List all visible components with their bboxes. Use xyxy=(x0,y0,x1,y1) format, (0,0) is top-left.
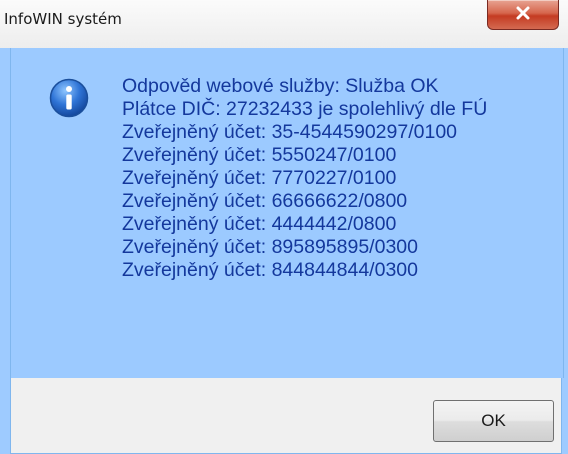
message-line-account: Zveřejněný účet: 4444442/0800 xyxy=(122,213,397,235)
message-line-status: Odpověd webové služby: Služba OK xyxy=(122,75,439,97)
message-line-account: Zveřejněný účet: 5550247/0100 xyxy=(122,144,397,166)
close-icon xyxy=(516,6,530,20)
window-title: InfoWIN systém xyxy=(4,10,122,28)
message-lines: Odpověd webové služby: Služba OK Plátce … xyxy=(122,75,487,282)
window-frame: Odpověd webové služby: Služba OK Plátce … xyxy=(0,48,568,454)
message-line-account: Zveřejněný účet: 66666622/0800 xyxy=(122,190,408,212)
message-line-account: Zveřejněný účet: 895895895/0300 xyxy=(122,236,418,258)
info-icon xyxy=(49,78,89,118)
message-line-account: Zveřejněný účet: 844844844/0300 xyxy=(122,259,418,281)
message-dialog: InfoWIN systém Odpověd webové služby: Sl… xyxy=(0,0,568,454)
message-line-account: Zveřejněný účet: 35-4544590297/0100 xyxy=(122,121,458,143)
message-line-account: Zveřejněný účet: 7770227/0100 xyxy=(122,167,397,189)
close-button[interactable] xyxy=(487,0,559,30)
title-bar[interactable]: InfoWIN systém xyxy=(0,0,568,48)
ok-button[interactable]: OK xyxy=(433,400,554,442)
button-bar: OK xyxy=(10,378,562,454)
message-area: Odpověd webové služby: Služba OK Plátce … xyxy=(10,48,564,378)
message-line-payer: Plátce DIČ: 27232433 je spolehlivý dle F… xyxy=(122,98,488,120)
